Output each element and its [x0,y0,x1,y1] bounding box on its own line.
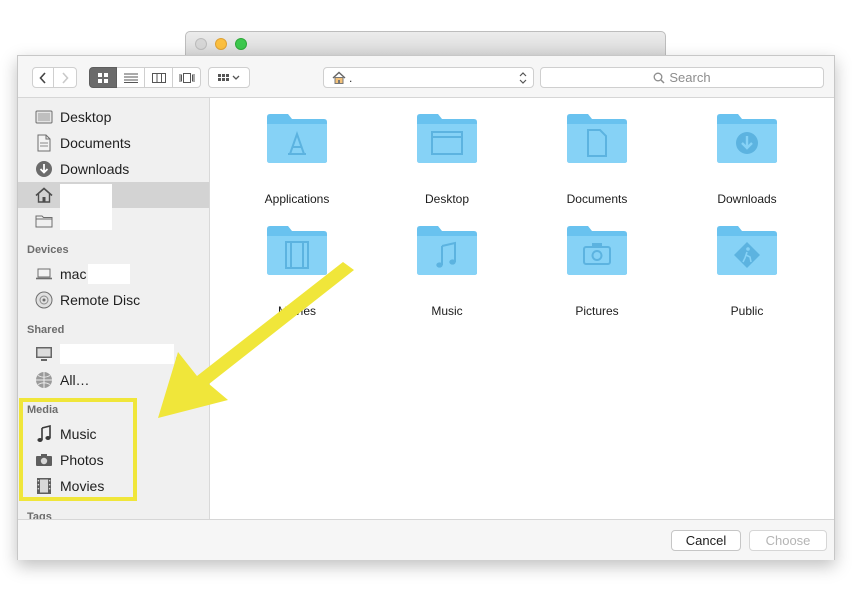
annotation-arrow-icon [158,262,354,418]
